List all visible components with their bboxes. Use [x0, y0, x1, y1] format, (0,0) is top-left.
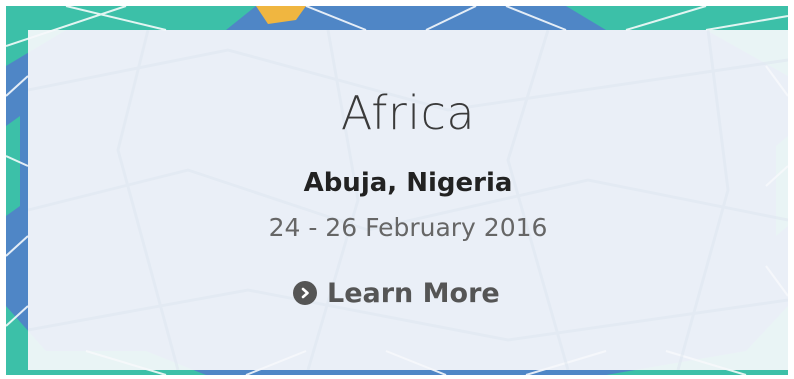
event-dates: 24 - 26 February 2016 [268, 213, 548, 242]
event-location: Abuja, Nigeria [303, 168, 513, 198]
region-title: Africa [340, 86, 476, 140]
learn-more-label: Learn More [327, 277, 500, 309]
learn-more-link[interactable]: Learn More [293, 273, 500, 313]
event-card: Africa Abuja, Nigeria 24 - 26 February 2… [28, 30, 788, 370]
card-map-texture [28, 30, 788, 370]
chevron-circle-right-icon [293, 281, 317, 305]
